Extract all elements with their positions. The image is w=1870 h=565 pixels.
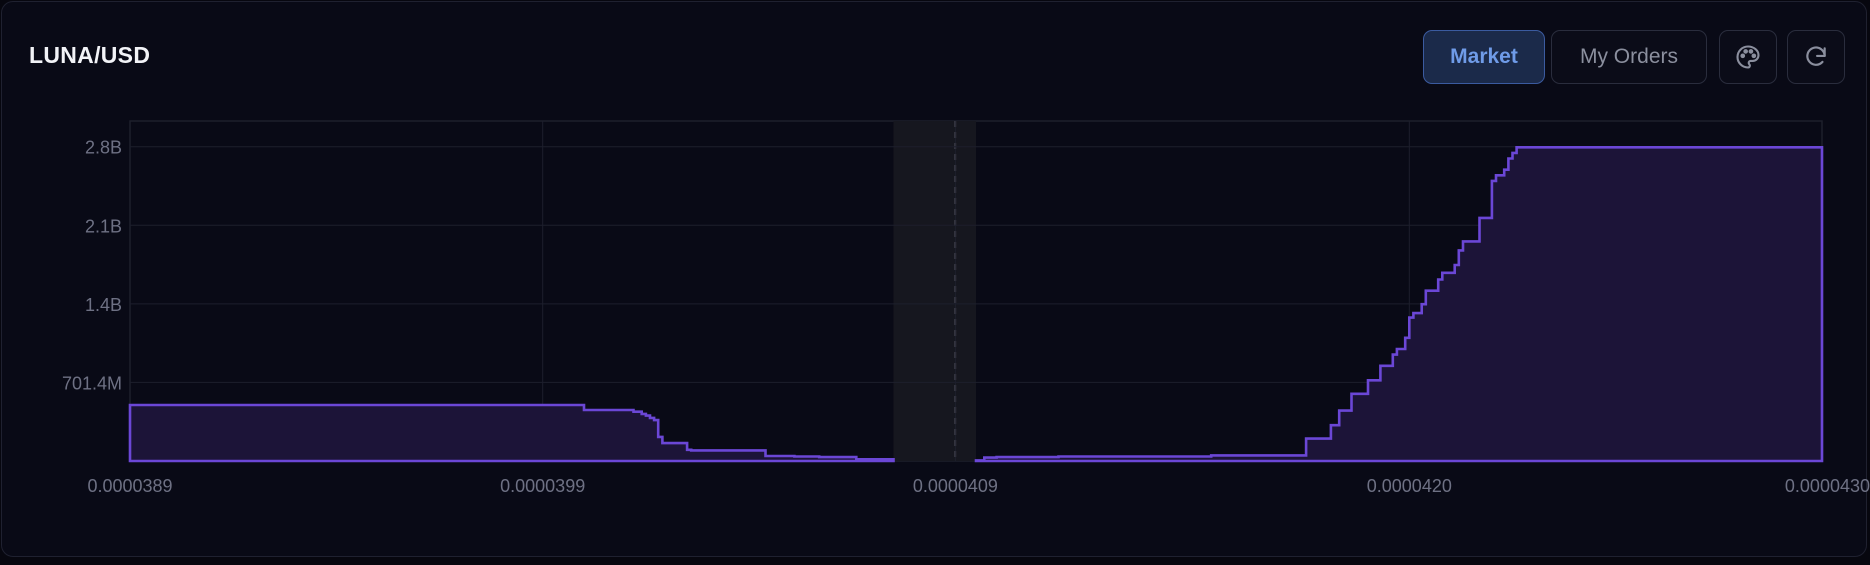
y-tick-label: 1.4B (85, 295, 122, 315)
depth-chart: 701.4M 1.4B 2.1B 2.8B 0.0000389 0.0000399 0.00… (0, 0, 1870, 565)
x-tick-label: 0.0000430 (1785, 476, 1870, 496)
x-tick-label: 0.0000409 (913, 476, 998, 496)
x-tick-label: 0.0000389 (87, 476, 172, 496)
x-tick-label: 0.0000399 (500, 476, 585, 496)
depth-chart-svg: 701.4M 1.4B 2.1B 2.8B 0.0000389 0.0000399 0.00… (62, 120, 1870, 496)
y-tick-label: 2.8B (85, 138, 122, 158)
spread-band (893, 121, 976, 461)
y-tick-label: 701.4M (62, 373, 122, 393)
x-tick-label: 0.0000420 (1367, 476, 1452, 496)
bids-depth-area (130, 405, 894, 461)
y-tick-label: 2.1B (85, 216, 122, 236)
